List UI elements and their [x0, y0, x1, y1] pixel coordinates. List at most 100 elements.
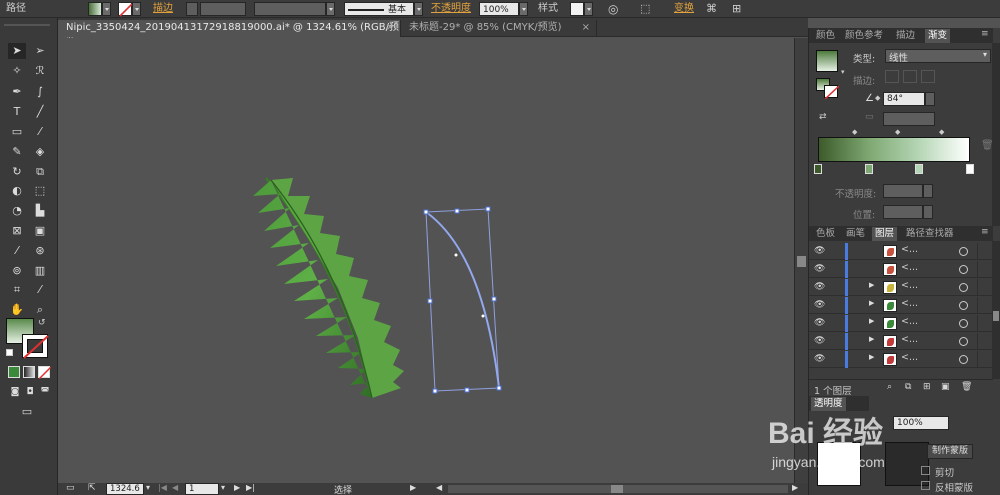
artwork-canvas[interactable]: [58, 38, 794, 483]
mask-thumbnail[interactable]: [885, 442, 929, 486]
gradient-stop-3[interactable]: [915, 164, 923, 174]
recolor-icon[interactable]: ◎: [608, 2, 618, 16]
opacity-field[interactable]: 100%: [479, 2, 519, 16]
pen-icon[interactable]: ✒: [8, 84, 26, 100]
gradient-icon[interactable]: ▣: [31, 223, 49, 239]
midpoint-marker-3[interactable]: ◆: [939, 128, 944, 136]
angle-field[interactable]: 84°: [883, 92, 925, 106]
width-icon[interactable]: ◐: [8, 183, 26, 199]
target-circle-icon[interactable]: [959, 247, 968, 256]
visibility-eye-icon[interactable]: 👁: [814, 300, 825, 310]
layer-row[interactable]: 👁 <...: [809, 261, 993, 278]
direct-selection-icon[interactable]: ➢: [31, 43, 49, 59]
expand-arrow-icon[interactable]: ▶: [869, 317, 874, 325]
selection-column[interactable]: [977, 315, 993, 332]
expand-arrow-icon[interactable]: ▶: [869, 299, 874, 307]
type-icon[interactable]: T: [8, 104, 26, 120]
tab-stroke[interactable]: 描边: [893, 29, 918, 43]
zoom-field[interactable]: 1324.6: [106, 483, 144, 495]
shape-builder-icon[interactable]: ◔: [8, 203, 26, 219]
stroke-label[interactable]: 描边: [153, 2, 173, 16]
scrollbar-thumb[interactable]: [993, 311, 999, 321]
export-icon[interactable]: ⇱: [88, 483, 96, 493]
gradient-stop-4[interactable]: [966, 164, 974, 174]
status-arrow-icon[interactable]: ▶: [410, 483, 416, 492]
eraser-icon[interactable]: ◈: [31, 144, 49, 160]
gradient-mode-icon[interactable]: [23, 366, 35, 378]
pencil-icon[interactable]: ✎: [8, 144, 26, 160]
magic-wand-icon[interactable]: ✧: [8, 63, 26, 79]
scroll-left-icon[interactable]: ◀: [436, 483, 442, 492]
palm-leaf-artwork[interactable]: [253, 177, 404, 399]
midpoint-marker-2[interactable]: ◆: [895, 128, 900, 136]
tab-pathfinder[interactable]: 路径查找器: [903, 227, 957, 241]
lasso-icon[interactable]: ℛ: [31, 63, 49, 79]
stroke-weight-stepper[interactable]: [186, 2, 198, 16]
mesh-icon[interactable]: ⊠: [8, 223, 26, 239]
selection-column[interactable]: [977, 279, 993, 296]
slice-icon[interactable]: ⁄: [31, 282, 49, 298]
gradient-panel-scrollbar[interactable]: [992, 43, 1000, 226]
status-menu-icon[interactable]: ▭: [66, 483, 75, 493]
expand-arrow-icon[interactable]: ▶: [869, 335, 874, 343]
tab-nipic-document[interactable]: Nipic_3350424_20190413172918819000.ai* @…: [58, 20, 401, 49]
curvature-icon[interactable]: ∫: [31, 84, 49, 100]
visibility-eye-icon[interactable]: 👁: [814, 354, 825, 364]
locate-object-icon[interactable]: ⌕: [887, 382, 892, 392]
panel-menu-icon[interactable]: ≡: [981, 29, 989, 39]
tab-untitled-29[interactable]: 未标题-29* @ 85% (CMYK/预览) ×: [401, 20, 597, 37]
scrollbar-thumb[interactable]: [797, 256, 806, 267]
free-transform-icon[interactable]: ⬚: [31, 183, 49, 199]
line-icon[interactable]: ╱: [31, 104, 49, 120]
default-colors-icon[interactable]: [6, 349, 13, 356]
clip-checkbox[interactable]: [921, 466, 930, 475]
gradient-stop-1[interactable]: [814, 164, 822, 174]
angle-dropdown[interactable]: [925, 92, 935, 106]
style-dropdown[interactable]: [584, 2, 593, 16]
opacity-dropdown[interactable]: [519, 2, 528, 16]
new-layer-icon[interactable]: ▣: [941, 382, 950, 392]
delete-layer-icon[interactable]: 🗑: [961, 382, 972, 392]
layers-panel-scrollbar[interactable]: [992, 241, 1000, 379]
blend-icon[interactable]: ⊛: [31, 243, 49, 259]
align-icon[interactable]: ⬚: [640, 2, 650, 16]
graph-icon[interactable]: ▥: [31, 263, 49, 279]
visibility-eye-icon[interactable]: 👁: [814, 282, 825, 292]
gradient-type-select[interactable]: 线性 ▾: [885, 49, 991, 64]
visibility-eye-icon[interactable]: 👁: [814, 336, 825, 346]
selection-column[interactable]: [977, 297, 993, 314]
fill-dropdown[interactable]: [102, 2, 111, 16]
visibility-eye-icon[interactable]: 👁: [814, 264, 825, 274]
tab-brushes[interactable]: 画笔: [843, 227, 868, 241]
rotate-icon[interactable]: ↻: [8, 164, 26, 180]
layer-row[interactable]: 👁 ▶ <...: [809, 333, 993, 350]
eyedropper-icon[interactable]: ⁄: [8, 243, 26, 259]
color-mode-icon[interactable]: [8, 366, 20, 378]
stroke-within-icon[interactable]: [885, 70, 899, 83]
target-circle-icon[interactable]: [959, 301, 968, 310]
scale-icon[interactable]: ⧉: [31, 164, 49, 180]
gradient-preview-swatch[interactable]: [816, 50, 838, 72]
close-icon[interactable]: ×: [386, 20, 394, 36]
none-mode-icon[interactable]: [38, 366, 51, 379]
horizontal-scrollbar[interactable]: [448, 485, 788, 493]
perspective-icon[interactable]: ▙: [31, 203, 49, 219]
tab-gradient[interactable]: 渐变: [925, 29, 951, 43]
layer-row[interactable]: 👁 ▶ <...: [809, 315, 993, 332]
rectangle-icon[interactable]: ▭: [8, 124, 26, 140]
selection-icon[interactable]: ➤: [8, 43, 26, 59]
horizontal-scrollbar-thumb[interactable]: [611, 485, 623, 493]
selection-column[interactable]: [977, 333, 993, 350]
zoom-icon[interactable]: ⌕: [31, 302, 49, 318]
reverse-gradient-icon[interactable]: ⇄: [819, 112, 827, 122]
stroke-gradient-swatch[interactable]: [824, 85, 839, 99]
stroke-color-box[interactable]: [22, 334, 49, 359]
last-artboard-icon[interactable]: ▶|: [246, 483, 255, 492]
stroke-along-icon[interactable]: [903, 70, 917, 83]
tab-color-guide[interactable]: 颜色参考: [842, 29, 886, 43]
new-sublayer-icon[interactable]: ⊞: [923, 382, 931, 392]
prev-artboard-icon[interactable]: ◀: [172, 483, 178, 492]
invert-mask-checkbox[interactable]: [921, 481, 930, 490]
scroll-right-icon[interactable]: ▶: [792, 483, 798, 492]
target-circle-icon[interactable]: [959, 319, 968, 328]
